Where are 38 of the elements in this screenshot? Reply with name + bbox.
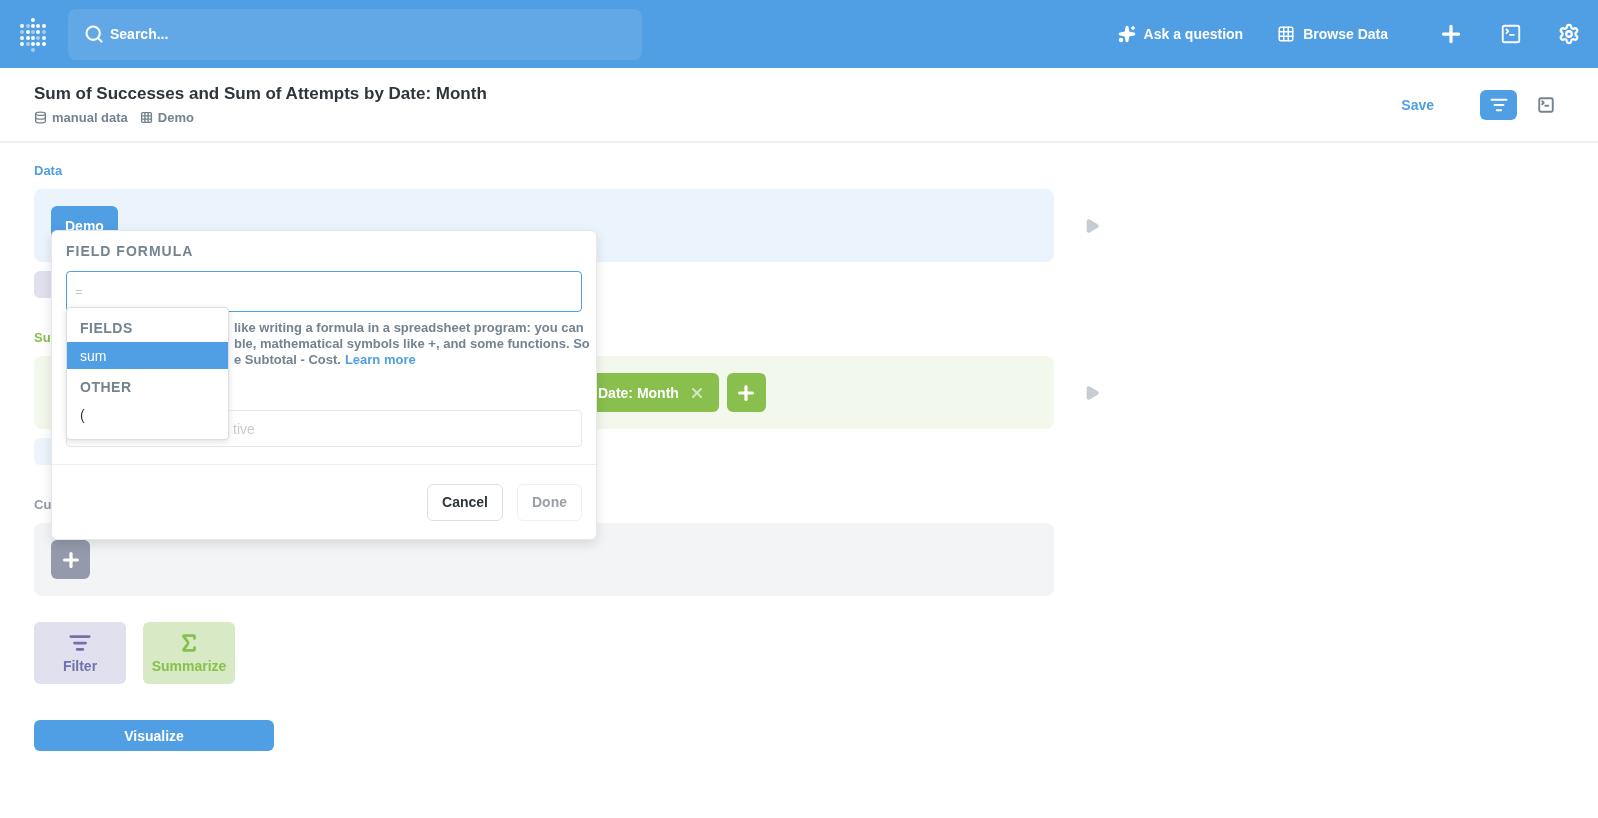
add-button[interactable]	[51, 540, 90, 579]
help-text: ble, mathematical symbols like +, and some functions. So	[234, 336, 590, 351]
help-text: e Subtotal - Cost.	[234, 352, 341, 367]
add-button[interactable]	[726, 373, 766, 412]
logo-icon[interactable]	[18, 16, 48, 52]
play-icon[interactable]	[1084, 384, 1100, 401]
step-label: Su	[34, 330, 51, 347]
popover-title: FIELD FORMULA	[66, 243, 195, 259]
step-label: Cu	[34, 497, 52, 514]
settings-icon[interactable]	[1558, 23, 1580, 45]
database-icon	[34, 111, 47, 124]
filter-icon	[69, 632, 91, 654]
sparkle-icon	[1117, 25, 1136, 43]
dropdown-heading: FIELDS	[79, 319, 134, 338]
question-title: Sum of Successes and Sum of Attempts by Date: Month	[34, 84, 488, 104]
grid-icon	[1277, 25, 1296, 43]
formula-field[interactable]: =	[66, 271, 582, 312]
notebook-button[interactable]	[1480, 89, 1517, 120]
action-button[interactable]: Filter	[34, 622, 126, 684]
nav-link[interactable]: Ask a question	[1117, 25, 1244, 43]
step-label: Data	[34, 163, 63, 180]
search-field[interactable]: Search...	[68, 8, 642, 60]
cancel-button[interactable]: Cancel	[427, 483, 503, 521]
search-icon	[84, 23, 104, 44]
breadcrumb-link[interactable]: manual data	[34, 110, 128, 125]
terminal-icon[interactable]	[1500, 23, 1522, 45]
suggestion-item[interactable]: sum	[67, 342, 228, 369]
save-button[interactable]: Save	[1395, 95, 1440, 114]
play-icon[interactable]	[1084, 217, 1100, 234]
terminal-icon	[1536, 95, 1555, 114]
learn-more-link[interactable]: Learn more	[344, 352, 416, 367]
grid-icon	[139, 111, 153, 124]
action-button[interactable]: Summarize	[143, 622, 235, 684]
breadcrumb-link[interactable]: Demo	[139, 110, 194, 125]
visualize-button[interactable]: Visualize	[34, 720, 274, 751]
dropdown-heading: OTHER	[79, 378, 133, 397]
help-text: like writing a formula in a spreadsheet program: you can	[234, 320, 584, 335]
nav-link[interactable]: Browse Data	[1277, 25, 1388, 43]
